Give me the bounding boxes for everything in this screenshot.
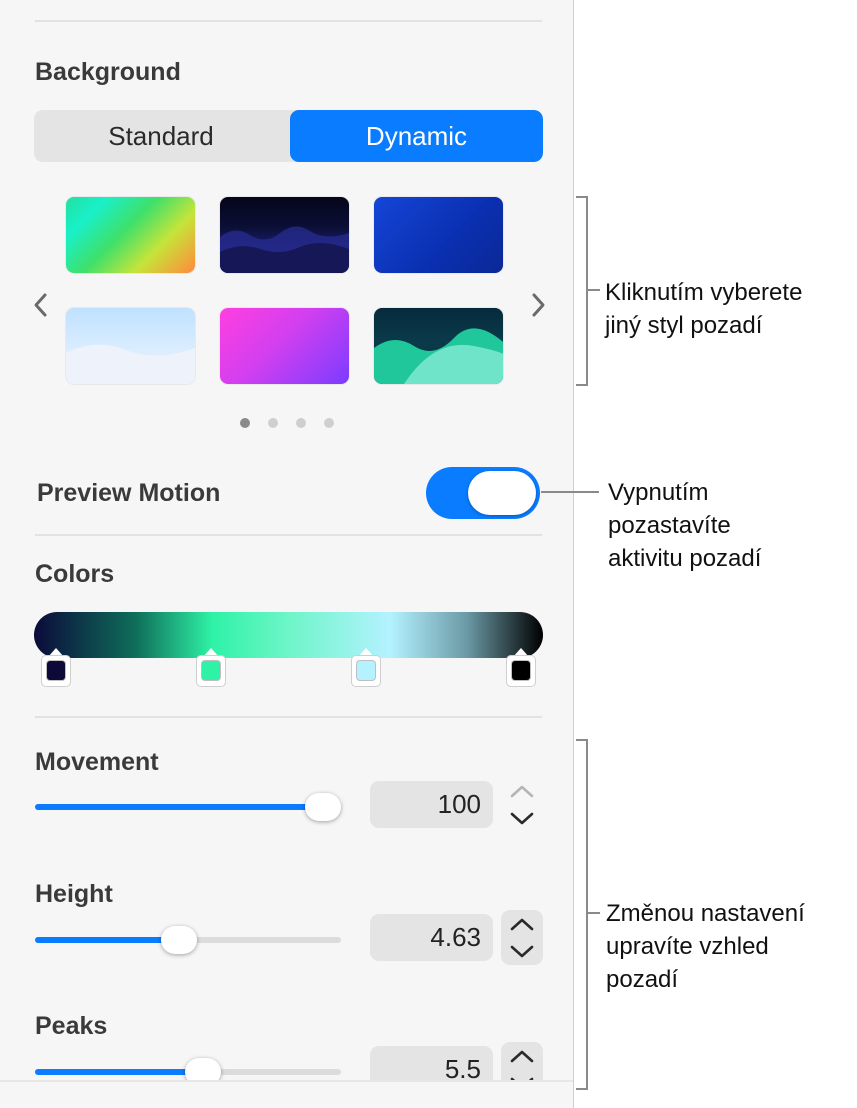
peaks-stepper bbox=[501, 1042, 543, 1080]
callout-line bbox=[588, 912, 600, 914]
page-dot[interactable] bbox=[268, 418, 278, 428]
toggle-knob bbox=[468, 471, 536, 515]
callout-line bbox=[588, 289, 600, 291]
stepper-up-icon[interactable] bbox=[501, 910, 543, 937]
segment-standard[interactable]: Standard bbox=[34, 110, 288, 162]
inspector-panel: Background Standard Dynamic Preview Moti… bbox=[0, 0, 574, 1108]
color-gradient-bar[interactable] bbox=[34, 612, 543, 658]
movement-stepper bbox=[501, 777, 543, 832]
background-thumbnail[interactable] bbox=[66, 197, 195, 273]
peaks-value-field[interactable]: 5.5 bbox=[370, 1046, 493, 1080]
height-stepper bbox=[501, 910, 543, 965]
peaks-label: Peaks bbox=[35, 1012, 108, 1040]
callout-styles-text: Kliknutím vyberete jiný styl pozadí bbox=[605, 279, 803, 339]
color-stop[interactable] bbox=[197, 648, 225, 688]
divider bbox=[35, 716, 542, 718]
callout-motion-text: Vypnutím pozastavíte aktivitu pozadí bbox=[608, 479, 762, 572]
color-stop[interactable] bbox=[352, 648, 380, 688]
preview-motion-label: Preview Motion bbox=[37, 479, 221, 507]
color-stop[interactable] bbox=[507, 648, 535, 688]
height-label: Height bbox=[35, 880, 113, 908]
segment-dynamic[interactable]: Dynamic bbox=[290, 110, 543, 162]
movement-value-field[interactable]: 100 bbox=[370, 781, 493, 828]
callout-bracket bbox=[576, 739, 588, 1090]
background-title: Background bbox=[35, 58, 181, 86]
slider-knob[interactable] bbox=[185, 1058, 221, 1080]
colors-title: Colors bbox=[35, 560, 115, 588]
stepper-up-icon[interactable] bbox=[501, 777, 543, 804]
page-indicator bbox=[240, 418, 334, 432]
background-thumbnail[interactable] bbox=[66, 308, 195, 384]
slider-knob[interactable] bbox=[305, 793, 341, 821]
background-thumbnail[interactable] bbox=[374, 308, 503, 384]
stepper-up-icon[interactable] bbox=[501, 1042, 543, 1069]
slider-knob[interactable] bbox=[161, 926, 197, 954]
dark-waves-image bbox=[220, 226, 349, 273]
background-thumbnail[interactable] bbox=[374, 197, 503, 273]
divider bbox=[35, 534, 542, 536]
page-dot[interactable] bbox=[324, 418, 334, 428]
page-dot[interactable] bbox=[296, 418, 306, 428]
preview-motion-toggle[interactable] bbox=[426, 467, 540, 519]
teal-hills-image bbox=[374, 328, 503, 384]
callout-line bbox=[541, 491, 599, 493]
next-page-chevron-right-icon[interactable] bbox=[527, 285, 551, 325]
height-value-field[interactable]: 4.63 bbox=[370, 914, 493, 961]
movement-label: Movement bbox=[35, 748, 159, 776]
background-thumbnail[interactable] bbox=[220, 308, 349, 384]
stepper-down-icon[interactable] bbox=[501, 805, 543, 832]
page-dot[interactable] bbox=[240, 418, 250, 428]
previous-page-chevron-left-icon[interactable] bbox=[28, 285, 52, 325]
color-stop[interactable] bbox=[42, 648, 70, 688]
stepper-down-icon[interactable] bbox=[501, 938, 543, 965]
divider bbox=[35, 20, 542, 22]
peaks-row-clip: 5.5 bbox=[0, 1040, 573, 1080]
callout-settings-text: Změnou nastavení upravíte vzhled pozadí bbox=[606, 900, 805, 993]
movement-slider[interactable] bbox=[35, 793, 341, 821]
background-thumbnail[interactable] bbox=[220, 197, 349, 273]
background-segmented-control: Standard Dynamic bbox=[34, 110, 543, 162]
light-clouds-image bbox=[66, 344, 195, 384]
height-slider[interactable] bbox=[35, 926, 341, 954]
peaks-slider[interactable] bbox=[35, 1058, 341, 1080]
stepper-down-icon[interactable] bbox=[501, 1070, 543, 1080]
divider bbox=[0, 1080, 573, 1082]
callout-bracket bbox=[576, 196, 588, 386]
